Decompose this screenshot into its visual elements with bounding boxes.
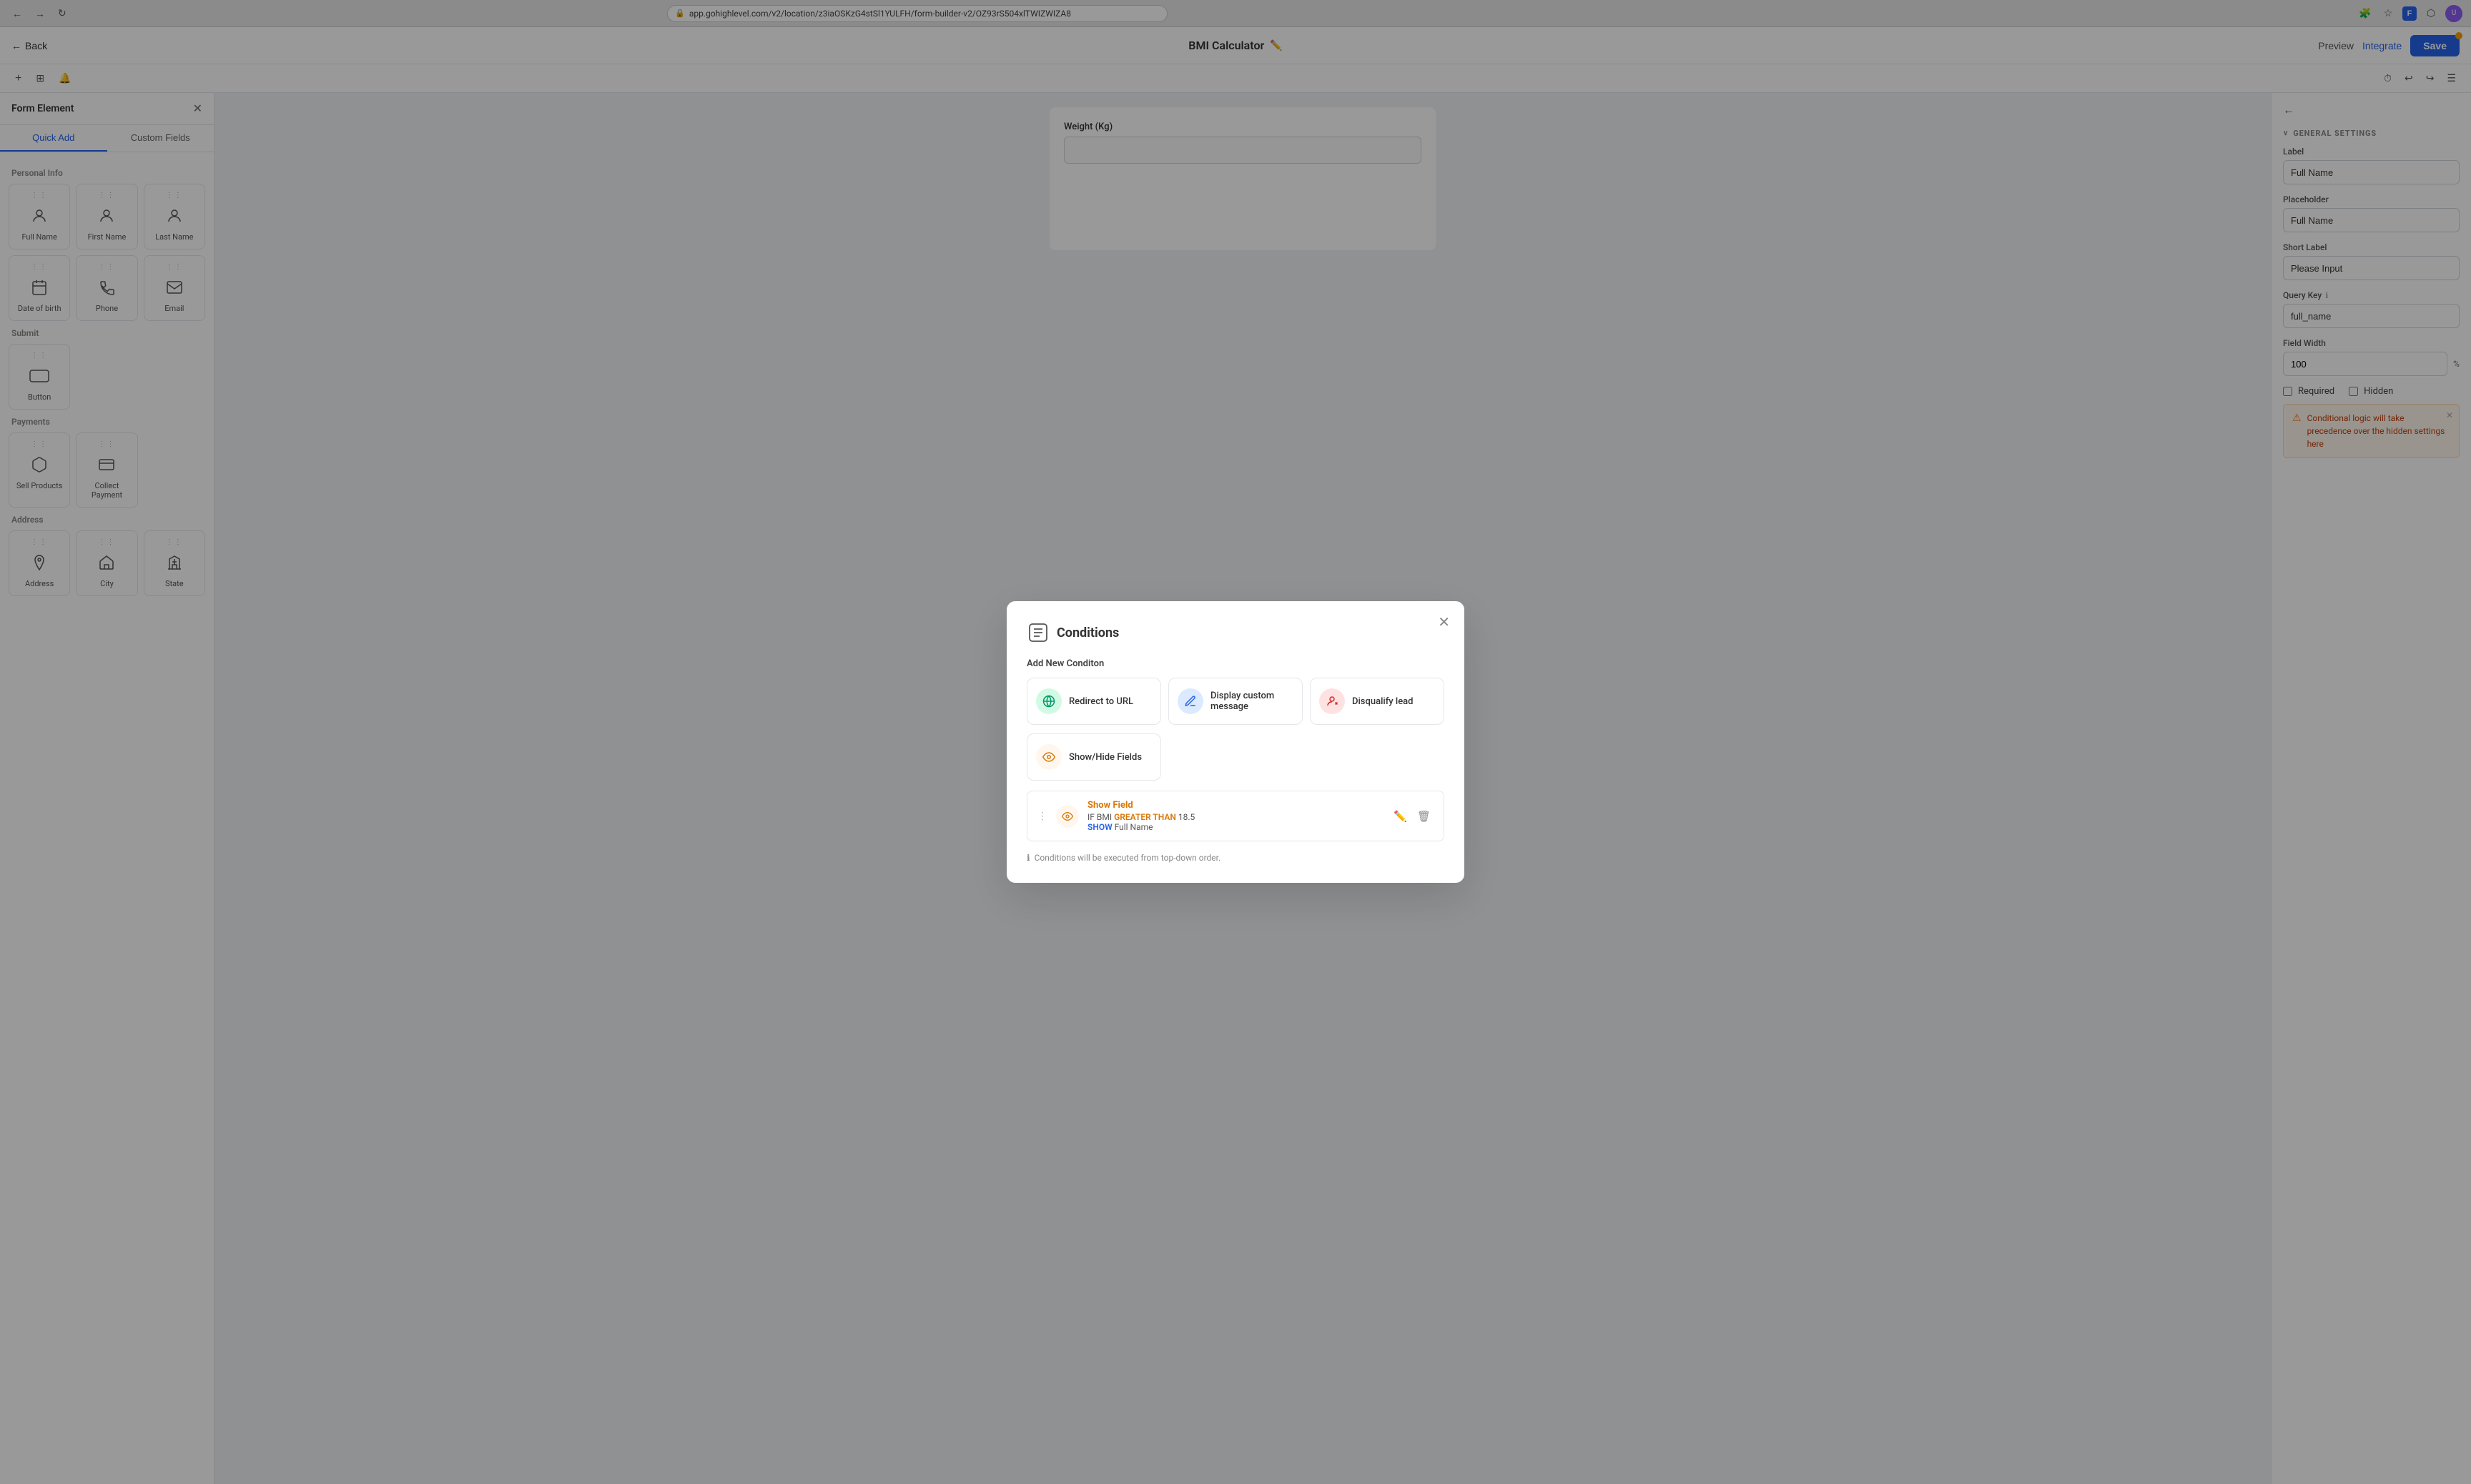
modal-section-title: Add New Conditon	[1027, 658, 1444, 669]
condition-show-field-icon	[1056, 805, 1079, 828]
modal-title: Conditions	[1057, 625, 1119, 640]
existing-conditions: ⋮ Show Field IF BMI GREATER THAN 18.5	[1027, 791, 1444, 841]
redirect-url-icon	[1036, 688, 1062, 714]
modal-footer: ℹ Conditions will be executed from top-d…	[1027, 853, 1444, 863]
modal-footer-text: Conditions will be executed from top-dow…	[1035, 853, 1221, 863]
condition-item-content: Show Field IF BMI GREATER THAN 18.5 SHOW…	[1087, 800, 1382, 832]
condition-item-1: ⋮ Show Field IF BMI GREATER THAN 18.5	[1027, 791, 1444, 841]
option-redirect-url-label: Redirect to URL	[1069, 696, 1133, 707]
modal-header: Conditions	[1027, 621, 1444, 644]
option-disqualify-lead[interactable]: Disqualify lead	[1310, 678, 1444, 725]
condition-item-actions: ✏️ 🗑	[1391, 807, 1434, 826]
modal-conditions-icon	[1027, 621, 1050, 644]
display-message-icon	[1178, 688, 1203, 714]
modal-overlay[interactable]: ✕ Conditions Add New Conditon Redirect t…	[0, 0, 2471, 1484]
show-hide-icon	[1036, 744, 1062, 770]
delete-condition-btn[interactable]: 🗑	[1414, 807, 1434, 826]
option-disqualify-lead-label: Disqualify lead	[1352, 696, 1414, 707]
condition-item-title: Show Field	[1087, 800, 1382, 811]
option-show-hide-label: Show/Hide Fields	[1069, 752, 1142, 763]
option-redirect-url[interactable]: Redirect to URL	[1027, 678, 1161, 725]
conditions-modal: ✕ Conditions Add New Conditon Redirect t…	[1007, 601, 1464, 883]
condition-item-rule: IF BMI GREATER THAN 18.5 SHOW Full Name	[1087, 812, 1382, 832]
drag-handle-icon[interactable]: ⋮	[1037, 811, 1047, 822]
edit-condition-btn[interactable]: ✏️	[1391, 807, 1410, 826]
modal-close-btn[interactable]: ✕	[1438, 615, 1450, 630]
condition-options: Redirect to URL Display custom message D…	[1027, 678, 1444, 725]
second-condition-row: Show/Hide Fields	[1027, 733, 1444, 781]
option-display-custom-message[interactable]: Display custom message	[1168, 678, 1303, 725]
info-icon: ℹ	[1027, 853, 1030, 863]
option-display-custom-message-label: Display custom message	[1210, 691, 1293, 712]
option-show-hide-fields[interactable]: Show/Hide Fields	[1027, 733, 1161, 781]
disqualify-lead-icon	[1319, 688, 1345, 714]
